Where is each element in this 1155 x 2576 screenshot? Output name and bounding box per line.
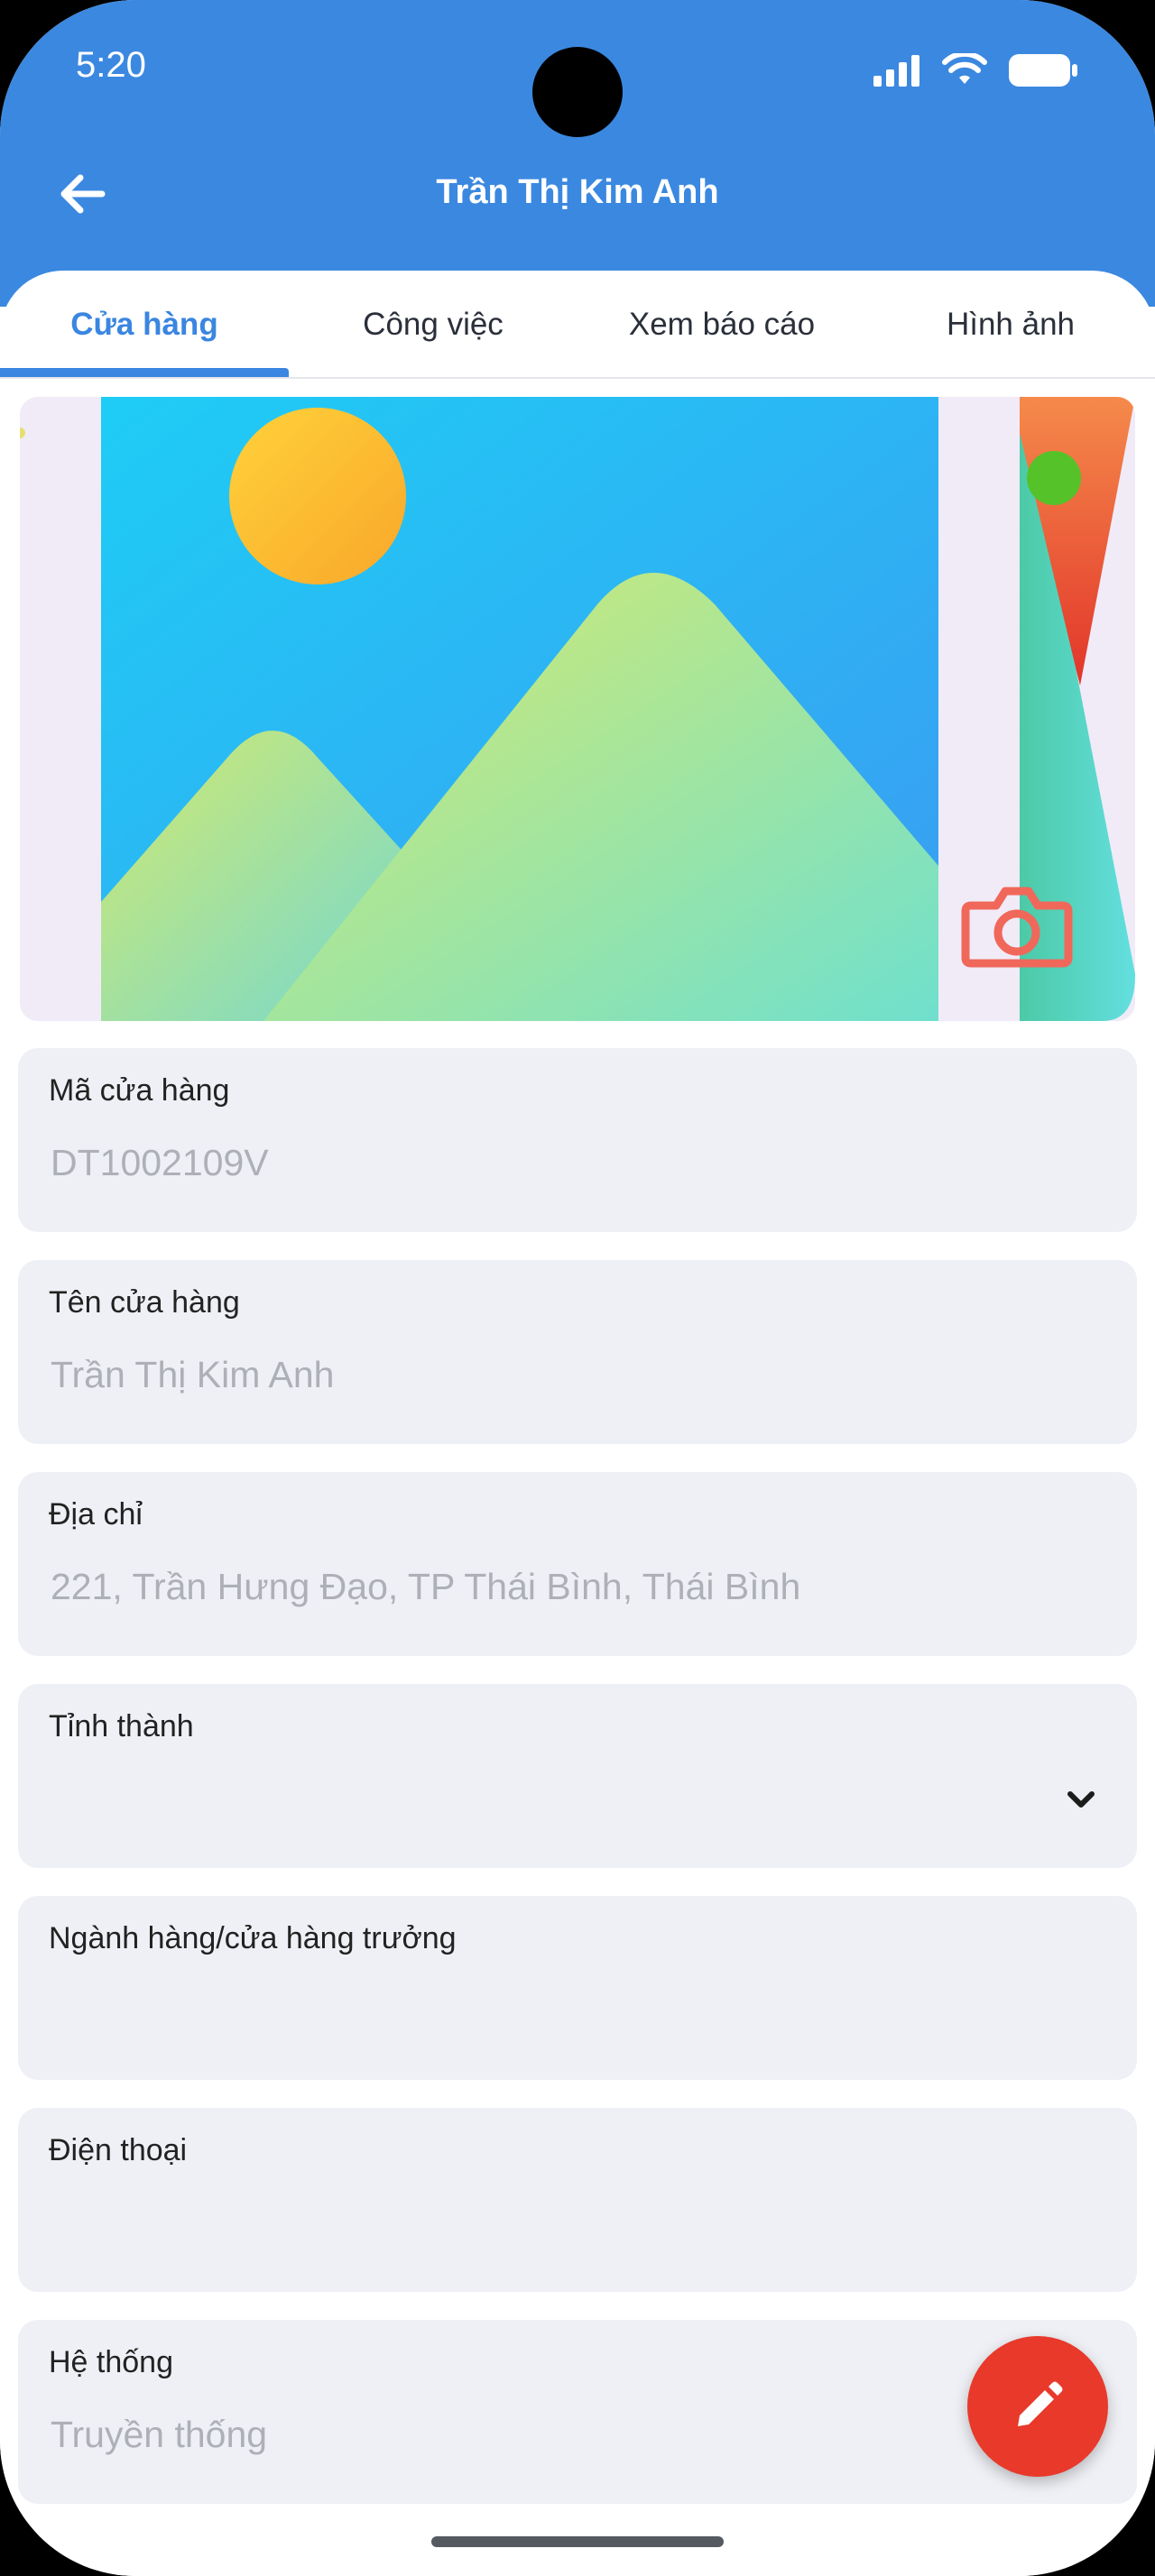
edit-button[interactable] (967, 2336, 1108, 2477)
field-label: Mã cửa hàng (49, 1073, 230, 1108)
field-value: Trần Thị Kim Anh (51, 1354, 335, 1395)
chevron-down-icon[interactable] (1063, 1781, 1099, 1817)
store-photo[interactable] (20, 397, 1135, 1021)
field-province-select[interactable]: Tỉnh thành (18, 1684, 1137, 1868)
field-label: Ngành hàng/cửa hàng trưởng (49, 1921, 457, 1955)
field-value: Truyền thống (51, 2414, 268, 2455)
field-phone[interactable]: Điện thoại (18, 2108, 1137, 2292)
field-value: 221, Trần Hưng Đạo, TP Thái Bình, Thái B… (51, 1566, 801, 1607)
tab-tasks[interactable]: Công việc (289, 271, 578, 379)
field-industry-manager[interactable]: Ngành hàng/cửa hàng trưởng (18, 1896, 1137, 2080)
battery-icon (1009, 54, 1077, 87)
tab-reports[interactable]: Xem báo cáo (578, 271, 866, 379)
active-tab-indicator (0, 368, 289, 377)
wifi-icon (942, 53, 987, 84)
page-title: Trần Thị Kim Anh (436, 173, 719, 211)
status-time: 5:20 (76, 45, 146, 85)
field-value: DT1002109V (51, 1142, 269, 1183)
tab-store[interactable]: Cửa hàng (0, 271, 289, 379)
field-store-code[interactable]: Mã cửa hàng DT1002109V (18, 1048, 1137, 1232)
camera-icon[interactable] (958, 875, 1076, 974)
home-indicator[interactable] (431, 2536, 724, 2547)
tabs-divider (0, 377, 1155, 379)
tab-images[interactable]: Hình ảnh (866, 271, 1155, 379)
phone-screen: 5:20 Trần Thị Kim Anh Cửa hàng Công việc… (0, 0, 1155, 2576)
app-header: 5:20 Trần Thị Kim Anh (0, 0, 1155, 307)
field-label: Hệ thống (49, 2345, 173, 2379)
field-label: Tên cửa hàng (49, 1285, 240, 1320)
front-camera (532, 47, 623, 137)
field-address[interactable]: Địa chỉ 221, Trần Hưng Đạo, TP Thái Bình… (18, 1472, 1137, 1656)
tab-bar: Cửa hàng Công việc Xem báo cáo Hình ảnh (0, 271, 1155, 379)
field-label: Tỉnh thành (49, 1709, 194, 1743)
field-store-name[interactable]: Tên cửa hàng Trần Thị Kim Anh (18, 1260, 1137, 1444)
field-label: Điện thoại (49, 2133, 188, 2167)
field-label: Địa chỉ (49, 1497, 143, 1532)
signal-icon (873, 55, 919, 87)
status-icons (873, 51, 1079, 90)
pencil-icon (1018, 2381, 1063, 2426)
